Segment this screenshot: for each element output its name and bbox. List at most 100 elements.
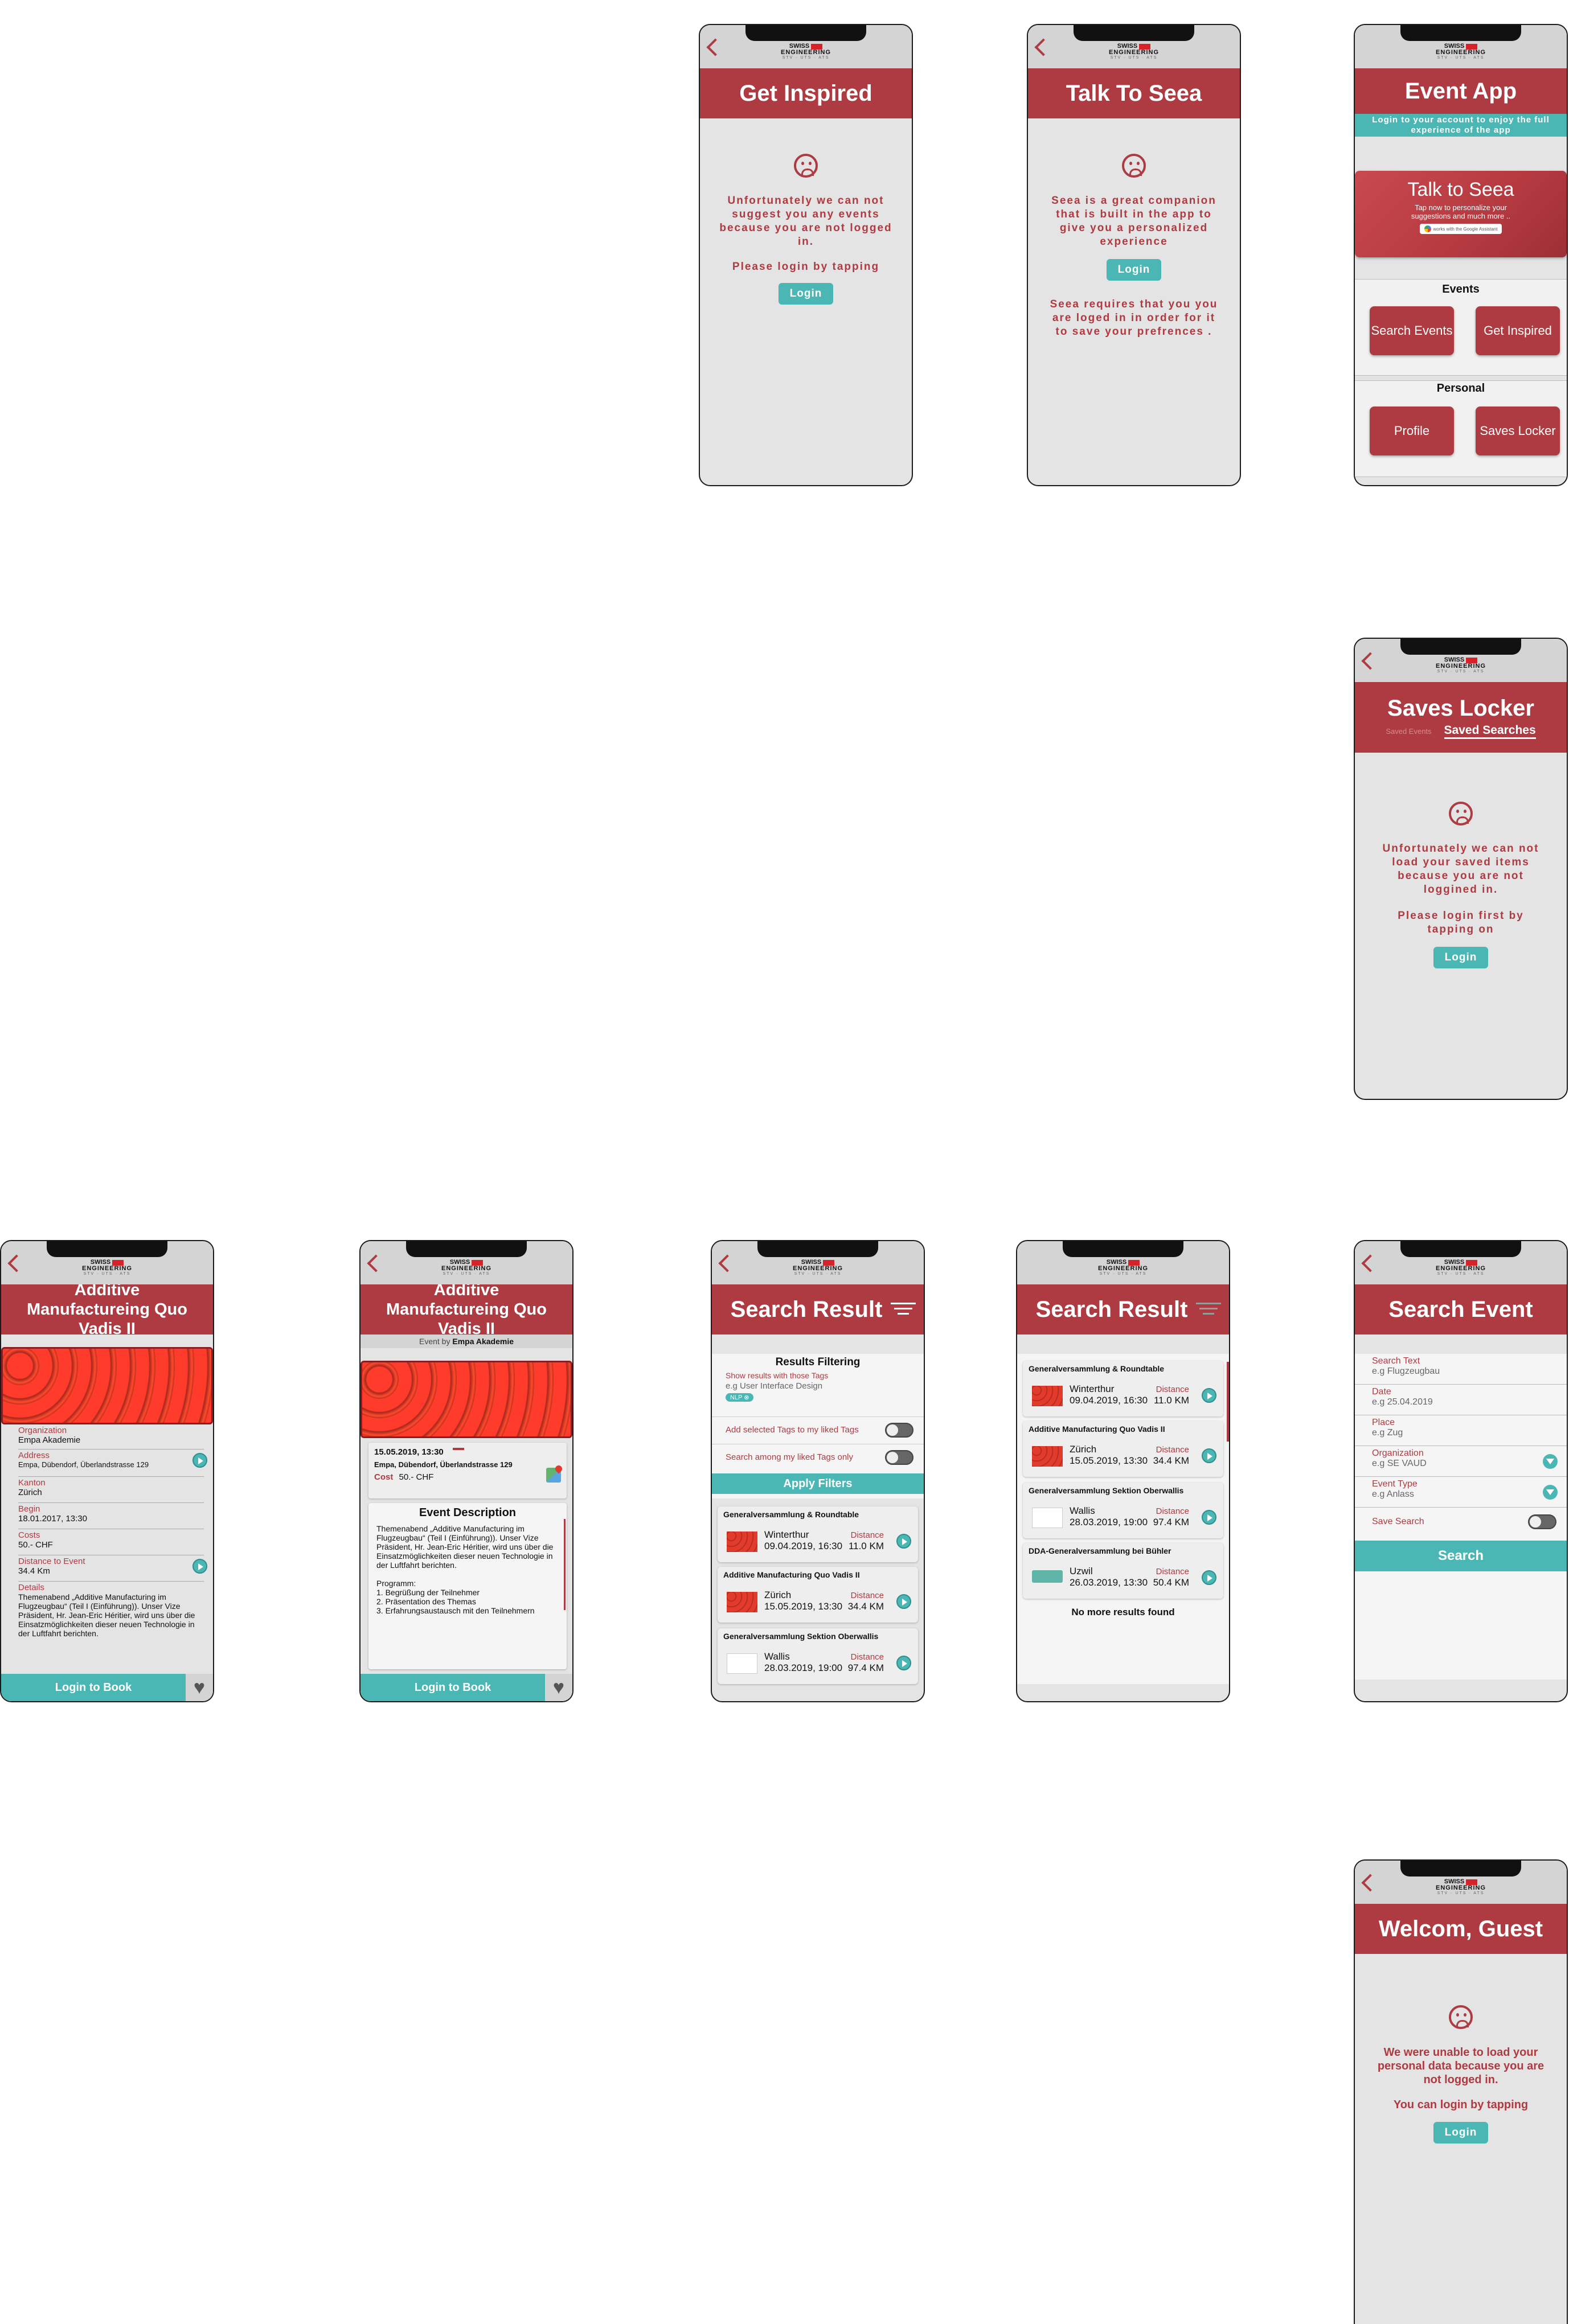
top-bar: SWISS ENGINEERING STV · UTS · ATS [1355,1241,1567,1284]
dropdown-icon[interactable] [1543,1485,1558,1500]
back-arrow-icon[interactable] [718,1254,736,1272]
login-to-book-button[interactable]: Login to Book [360,1674,545,1701]
event-address[interactable]: Empa, Dübendorf, Überlandstrasse 129 [374,1460,561,1469]
result-place: Uzwil 26.03.2019, 13:30 [1070,1566,1148,1588]
logo-text-3: STV · UTS · ATS [1437,1891,1485,1895]
get-inspired-button[interactable]: Get Inspired [1476,306,1560,355]
result-place: Wallis 28.03.2019, 19:00 [764,1651,843,1673]
address-row[interactable]: Address Empa, Dübendorf, Überlandstrasse … [18,1450,207,1477]
distance-row[interactable]: Distance to Event 34.4 Km [18,1555,207,1582]
date-field[interactable]: Date e.g 25.04.2019 [1355,1385,1567,1415]
organization-select[interactable]: Organization e.g SE VAUD [1355,1446,1567,1477]
login-button[interactable]: Login [1106,259,1162,281]
result-title: Additive Manufacturing Quo Vadis II [723,1570,860,1579]
event-title: Additive Manufactureing Quo Vadis II [360,1281,572,1338]
nlp-tag-chip[interactable]: NLP ⊗ [726,1393,754,1402]
flag-icon [112,1259,124,1266]
login-banner[interactable]: Login to your account to enjoy the full … [1355,114,1567,137]
save-search-toggle[interactable] [1528,1514,1556,1529]
back-arrow-icon[interactable] [1361,1254,1379,1272]
personal-section-title: Personal [1436,382,1485,395]
not-logged-in-message: Unfortunately we can not load your saved… [1382,843,1539,896]
result-card[interactable]: Additive Manufacturing Quo Vadis II Züri… [1023,1421,1223,1477]
field-placeholder: e.g SE VAUD [1372,1459,1427,1468]
filter-icon[interactable] [891,1303,916,1316]
search-button[interactable]: Search [1355,1541,1567,1571]
distance-value: 34.4 KM [1153,1455,1189,1466]
page-title: Welcom, Guest [1355,1904,1567,1954]
go-arrow-icon[interactable] [192,1559,207,1574]
top-bar: SWISS ENGINEERING STV · UTS · ATS [1028,25,1240,68]
filter-icon[interactable] [1196,1303,1221,1316]
heart-icon[interactable]: ♥ [545,1674,572,1701]
search-liked-toggle[interactable] [885,1450,913,1465]
back-arrow-icon[interactable] [1361,652,1379,670]
go-arrow-icon[interactable] [1202,1448,1216,1463]
result-card[interactable]: Generalversammlung & Roundtable Winterth… [718,1506,918,1562]
event-type-select[interactable]: Event Type e.g Anlass [1355,1477,1567,1508]
event-summary-card: 15.05.2019, 13:30 Empa, Dübendorf, Überl… [368,1443,567,1498]
seea-login-note: Seea requires that you you are loged in … [1050,298,1218,338]
badge-text: works with the Google Assistant [1433,226,1498,232]
cost-value: 50.- CHF [399,1472,434,1482]
result-title: DDA-Generalversammlung bei Bühler [1029,1546,1171,1555]
back-arrow-icon[interactable] [1361,1874,1379,1892]
map-icon[interactable] [546,1464,564,1483]
heart-icon[interactable]: ♥ [186,1674,213,1701]
begin-row: Begin 18.01.2017, 13:30 [18,1503,204,1529]
result-card[interactable]: DDA-Generalversammlung bei Bühler Uzwil 2… [1023,1543,1223,1599]
top-bar: SWISS ENGINEERING STV · UTS · ATS [1355,1861,1567,1904]
book-bar: Login to Book ♥ [360,1674,572,1701]
result-card[interactable]: Additive Manufacturing Quo Vadis II Züri… [718,1567,918,1623]
go-arrow-icon[interactable] [1202,1570,1216,1585]
search-text-field[interactable]: Search Text e.g Flugzeugbau [1355,1354,1567,1385]
logo-text-3: STV · UTS · ATS [443,1272,490,1276]
go-arrow-icon[interactable] [192,1453,207,1468]
back-arrow-icon[interactable] [7,1254,26,1272]
tab-saved-events[interactable]: Saved Events [1386,727,1431,736]
dropdown-icon[interactable] [1543,1454,1558,1469]
tags-input[interactable]: e.g User Interface Design [726,1381,924,1391]
go-arrow-icon[interactable] [896,1656,911,1670]
row-value: Empa, Dübendorf, Überlandstrasse 129 [18,1460,149,1469]
row-value: 50.- CHF [18,1540,53,1550]
result-card[interactable]: Generalversammlung & Roundtable Winterth… [1023,1361,1223,1416]
result-card[interactable]: Generalversammlung Sektion Oberwallis Wa… [718,1628,918,1684]
login-button[interactable]: Login [1433,947,1489,968]
add-tags-toggle[interactable] [885,1423,913,1438]
scrollbar[interactable] [1227,1362,1229,1442]
profile-button[interactable]: Profile [1370,407,1454,455]
go-arrow-icon[interactable] [1202,1388,1216,1403]
login-button[interactable]: Login [778,283,834,305]
talk-to-seea-card[interactable]: Talk to Seea Tap now to personalize your… [1355,171,1567,257]
go-arrow-icon[interactable] [1202,1510,1216,1525]
back-arrow-icon[interactable] [706,38,724,56]
saves-locker-button[interactable]: Saves Locker [1476,407,1560,455]
result-card[interactable]: Generalversammlung Sektion Oberwallis Wa… [1023,1483,1223,1538]
tags-label: Show results with those Tags [726,1371,829,1380]
back-arrow-icon[interactable] [1034,38,1052,56]
go-arrow-icon[interactable] [896,1534,911,1549]
login-to-book-button[interactable]: Login to Book [1,1674,186,1701]
login-prompt: Please login by tapping [732,261,880,273]
distance-label: Distance [850,1652,884,1662]
no-more-results: No more results found [1071,1607,1175,1617]
go-arrow-icon[interactable] [896,1594,911,1609]
login-button[interactable]: Login [1433,2122,1489,2144]
search-events-button[interactable]: Search Events [1370,306,1454,355]
top-bar: SWISS ENGINEERING STV · UTS · ATS [1,1241,213,1284]
apply-filters-button[interactable]: Apply Filters [712,1473,924,1494]
notch [1400,639,1521,655]
not-logged-in-message: We were unable to load your personal dat… [1377,2046,1545,2086]
back-arrow-icon[interactable] [367,1254,385,1272]
header: Search Result [1017,1284,1229,1335]
scrollbar[interactable] [564,1519,566,1610]
place-field[interactable]: Place e.g Zug [1355,1415,1567,1446]
event-organizer[interactable]: Empa Akademie [452,1337,514,1346]
calendar-add-icon[interactable] [452,1447,464,1457]
organizer-logo [1032,1508,1063,1528]
top-bar: SWISS ENGINEERING STV · UTS · ATS [1355,25,1567,68]
tab-saved-searches[interactable]: Saved Searches [1444,724,1536,739]
swiss-engineering-logo: SWISS ENGINEERING STV · UTS · ATS [1098,1259,1148,1276]
field-label: Search Text [1372,1356,1420,1366]
